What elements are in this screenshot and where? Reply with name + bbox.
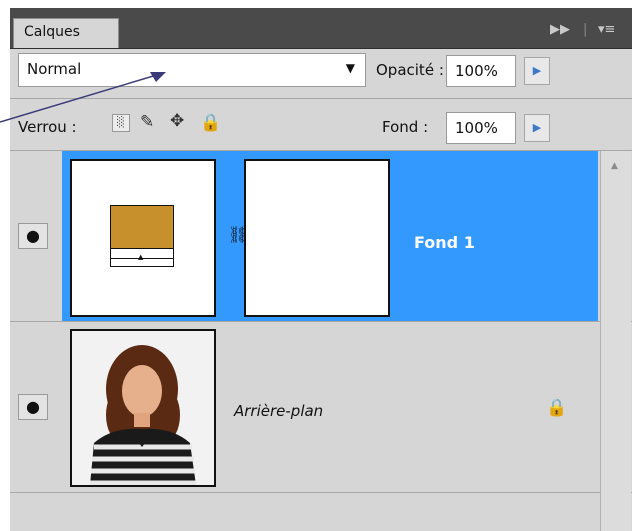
annotation-arrow bbox=[0, 72, 166, 123]
double-chevron-right-icon[interactable]: ▶▶ bbox=[550, 22, 570, 37]
layer-name[interactable]: Arrière-plan bbox=[234, 402, 323, 420]
visibility-toggle[interactable]: ● bbox=[18, 394, 48, 420]
opacity-input[interactable]: 100% bbox=[446, 55, 516, 87]
portrait-photo bbox=[72, 331, 214, 485]
layer-row-arriere-plan[interactable]: Arrière-plan 🔒 bbox=[62, 322, 598, 492]
opacity-label: Opacité : bbox=[376, 61, 444, 79]
layers-list: ● ▲ ⛓ Fond 1 ● Arrière-plan 🔒 ▲ bbox=[10, 151, 632, 531]
divider bbox=[10, 492, 632, 493]
eye-icon: ● bbox=[26, 397, 40, 416]
scrollbar[interactable]: ▲ bbox=[600, 151, 631, 531]
layer-mask-thumbnail bbox=[244, 159, 390, 317]
divider: | bbox=[583, 22, 588, 37]
layer-name[interactable]: Fond 1 bbox=[414, 233, 475, 252]
layer-thumbnail bbox=[70, 329, 216, 487]
chevron-down-icon: ▼ bbox=[345, 61, 355, 75]
panel-menu-icon[interactable]: ▾≡ bbox=[598, 22, 615, 37]
lock-icon: 🔒 bbox=[546, 398, 568, 418]
tab-calques[interactable]: Calques bbox=[13, 18, 119, 48]
opacity-stepper[interactable]: ▶ bbox=[524, 57, 550, 85]
eye-icon: ● bbox=[26, 226, 40, 245]
fill-input[interactable]: 100% bbox=[446, 112, 516, 144]
fill-stepper[interactable]: ▶ bbox=[524, 114, 550, 142]
layer-thumbnail: ▲ bbox=[70, 159, 216, 317]
visibility-toggle[interactable]: ● bbox=[18, 223, 48, 249]
fill-label: Fond : bbox=[382, 118, 429, 136]
fill-layer-icon: ▲ bbox=[110, 205, 174, 267]
lock-all-icon[interactable]: 🔒 bbox=[200, 113, 221, 133]
panel-tab-bar: Calques ▶▶ | ▾≡ bbox=[10, 8, 632, 49]
layer-row-fond-1[interactable]: ▲ ⛓ Fond 1 bbox=[62, 151, 598, 321]
scroll-up-icon[interactable]: ▲ bbox=[611, 161, 618, 171]
